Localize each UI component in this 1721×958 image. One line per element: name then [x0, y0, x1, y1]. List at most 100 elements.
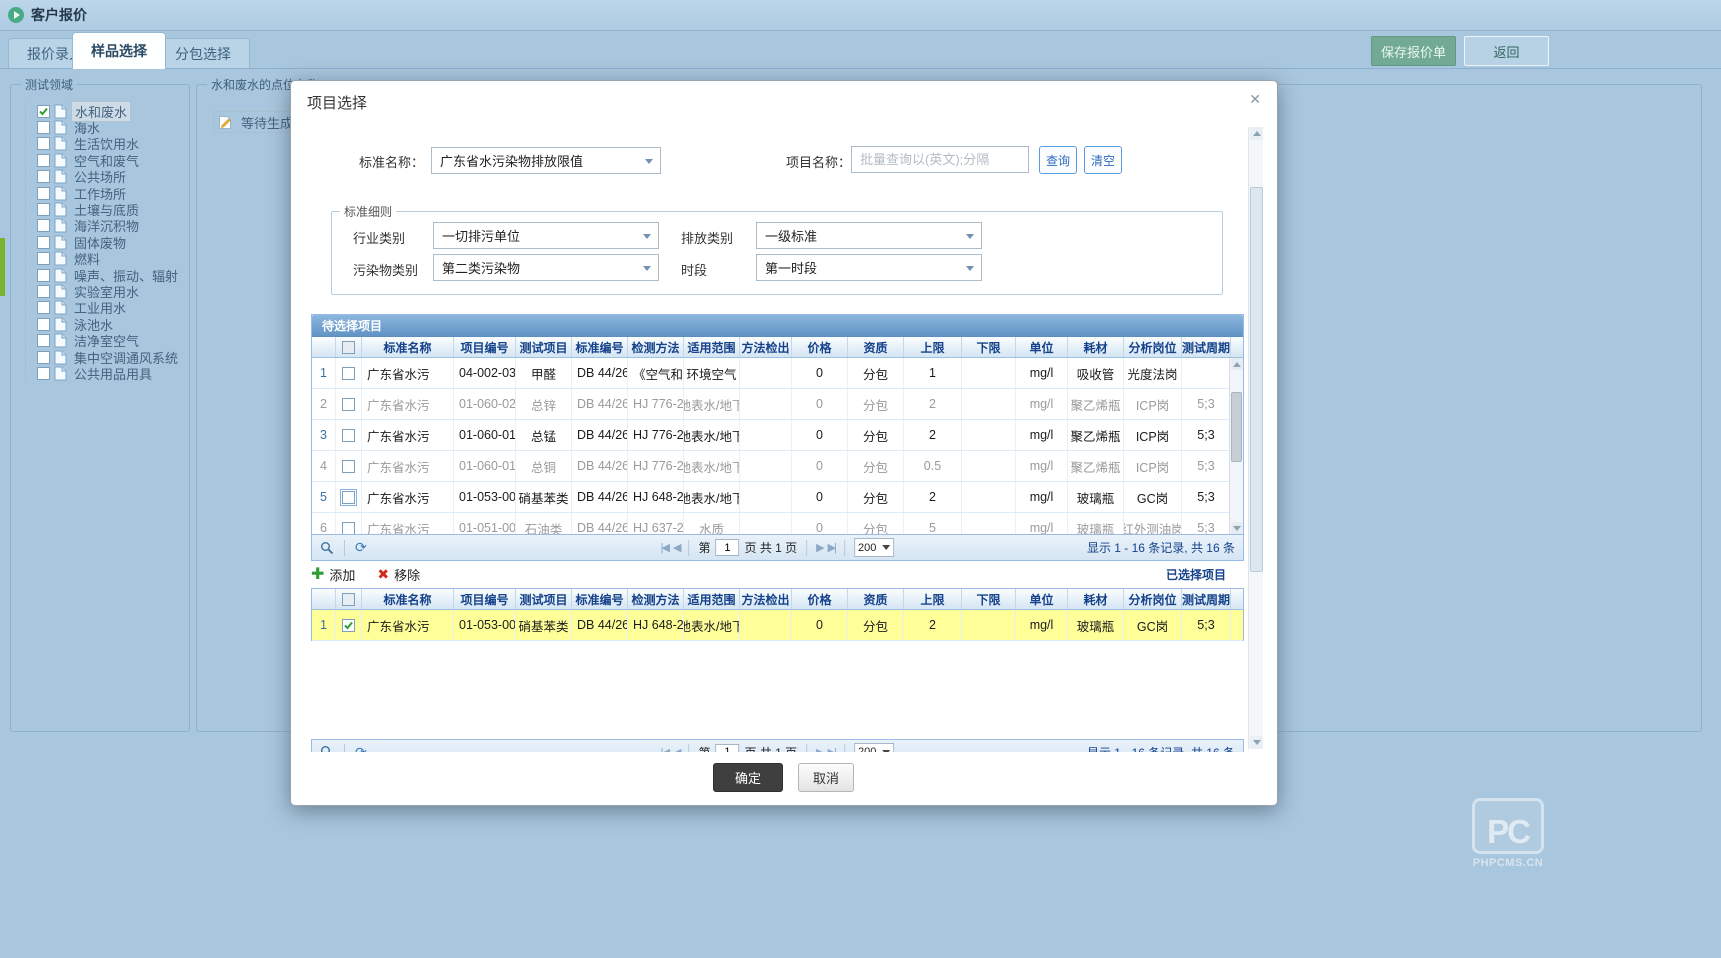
refresh-icon[interactable]: ⟳ [355, 744, 367, 753]
col-header[interactable]: 项目编号 [454, 337, 516, 357]
period-select[interactable]: 第一时段 [756, 254, 982, 281]
col-header[interactable]: 检测方法 [628, 337, 684, 357]
scroll-up-icon[interactable] [1250, 127, 1263, 140]
search-icon[interactable] [320, 541, 334, 555]
checkbox[interactable] [37, 236, 50, 249]
tree-item-土壤与底质[interactable]: 土壤与底质 [21, 201, 185, 217]
checkbox[interactable] [37, 219, 50, 232]
page-size-select[interactable]: 200 [854, 538, 894, 557]
prev-page-icon[interactable]: ◀ [673, 541, 679, 554]
grid-scrollbar[interactable] [1229, 358, 1243, 534]
col-header[interactable]: 标准编号 [572, 589, 628, 609]
standard-name-select[interactable]: 广东省水污染物排放限值 [431, 147, 661, 174]
ok-button[interactable]: 确定 [713, 763, 783, 792]
last-page-icon[interactable]: ▶| [828, 746, 835, 753]
project-name-input[interactable] [851, 146, 1029, 173]
checkbox[interactable] [37, 154, 50, 167]
checkbox[interactable] [37, 301, 50, 314]
col-header[interactable]: 耗材 [1068, 337, 1124, 357]
save-quote-button[interactable]: 保存报价单 [1371, 36, 1456, 66]
col-header[interactable]: 单位 [1016, 589, 1068, 609]
tree-item-集中空调通风系统[interactable]: 集中空调通风系统 [21, 349, 185, 365]
col-header[interactable]: 价格 [792, 337, 848, 357]
table-row[interactable]: 5广东省水污01-053-00硝基苯类DB 44/26-HJ 648-20地表水… [312, 482, 1243, 513]
checkbox[interactable] [37, 351, 50, 364]
col-header[interactable]: 下限 [962, 589, 1016, 609]
industry-type-select[interactable]: 一切排污单位 [433, 222, 659, 249]
col-header[interactable]: 测试项目 [516, 337, 572, 357]
search-button[interactable]: 查询 [1039, 146, 1077, 174]
dialog-scrollbar[interactable] [1248, 127, 1263, 749]
table-row[interactable]: 1广东省水污01-053-00硝基苯类DB 44/26-HJ 648-20地表水… [312, 610, 1243, 641]
checkbox[interactable] [37, 252, 50, 265]
col-header[interactable]: 适用范围 [684, 337, 740, 357]
col-header[interactable]: 项目编号 [454, 589, 516, 609]
row-checkbox[interactable] [342, 491, 355, 504]
col-header[interactable]: 分析岗位 [1124, 589, 1182, 609]
next-page-icon[interactable]: ▶ [816, 541, 822, 554]
add-button[interactable]: ✚ 添加 [311, 564, 355, 584]
tree-item-工业用水[interactable]: 工业用水 [21, 300, 185, 316]
tree-item-公共场所[interactable]: 公共场所 [21, 169, 185, 185]
table-row[interactable]: 3广东省水污01-060-01总锰DB 44/26-HJ 776-20地表水/地… [312, 420, 1243, 451]
table-row[interactable]: 1广东省水污04-002-03甲醛DB 44/26-《空气和废环境空气0分包1m… [312, 358, 1243, 389]
tree-item-洁净室空气[interactable]: 洁净室空气 [21, 332, 185, 348]
col-header[interactable]: 标准名称 [362, 337, 454, 357]
page-number-input[interactable] [715, 539, 739, 556]
grid-scrollbar-thumb[interactable] [1231, 392, 1242, 462]
col-header[interactable]: 测试项目 [516, 589, 572, 609]
tree-item-固体废物[interactable]: 固体废物 [21, 234, 185, 250]
page-number-input[interactable] [715, 744, 739, 753]
tree-item-水和废水[interactable]: 水和废水 [21, 103, 185, 119]
dialog-scrollbar-thumb[interactable] [1250, 187, 1263, 572]
checkbox[interactable] [37, 285, 50, 298]
close-icon[interactable]: ✕ [1249, 91, 1261, 108]
table-row[interactable]: 6广东省水污01-051-00石油类DB 44/26-HJ 637-20水质0分… [312, 513, 1243, 534]
col-header[interactable]: 价格 [792, 589, 848, 609]
tree-item-泳池水[interactable]: 泳池水 [21, 316, 185, 332]
scroll-down-icon[interactable] [1250, 736, 1263, 749]
tree-item-燃料[interactable]: 燃料 [21, 251, 185, 267]
tree-item-海洋沉积物[interactable]: 海洋沉积物 [21, 218, 185, 234]
col-header[interactable]: 测试周期 [1182, 589, 1231, 609]
tab-subcontract-select[interactable]: 分包选择 [156, 38, 250, 69]
back-button[interactable]: 返回 [1464, 36, 1549, 66]
first-page-icon[interactable]: |◀ [661, 746, 668, 753]
tree-item-噪声、振动、辐射[interactable]: 噪声、振动、辐射 [21, 267, 185, 283]
checkbox[interactable] [37, 170, 50, 183]
col-header[interactable]: 检测方法 [628, 589, 684, 609]
tree-item-海水[interactable]: 海水 [21, 119, 185, 135]
prev-page-icon[interactable]: ◀ [673, 746, 679, 753]
col-header[interactable]: 适用范围 [684, 589, 740, 609]
checkbox[interactable] [37, 269, 50, 282]
checkbox[interactable] [37, 203, 50, 216]
checkbox[interactable] [37, 187, 50, 200]
checkbox[interactable] [37, 367, 50, 380]
scroll-up-icon[interactable] [1231, 358, 1243, 370]
col-header[interactable]: 方法检出 [740, 589, 792, 609]
checkbox[interactable] [37, 105, 50, 118]
cancel-button[interactable]: 取消 [798, 763, 854, 792]
row-checkbox[interactable] [342, 460, 355, 473]
col-header[interactable]: 上限 [904, 337, 962, 357]
col-header[interactable]: 标准名称 [362, 589, 454, 609]
col-header[interactable]: 分析岗位 [1124, 337, 1182, 357]
select-all-checkbox[interactable] [336, 589, 362, 609]
col-header[interactable]: 单位 [1016, 337, 1068, 357]
col-header[interactable]: 上限 [904, 589, 962, 609]
discharge-type-select[interactable]: 一级标准 [756, 222, 982, 249]
tab-sample-select[interactable]: 样品选择 [72, 32, 166, 69]
col-header[interactable]: 测试周期 [1182, 337, 1231, 357]
col-header[interactable]: 标准编号 [572, 337, 628, 357]
first-page-icon[interactable]: |◀ [661, 541, 668, 554]
tree-item-生活饮用水[interactable]: 生活饮用水 [21, 136, 185, 152]
col-header[interactable]: 耗材 [1068, 589, 1124, 609]
tree-item-空气和废气[interactable]: 空气和废气 [21, 152, 185, 168]
col-header[interactable]: 资质 [848, 337, 904, 357]
clear-button[interactable]: 清空 [1084, 146, 1122, 174]
table-row[interactable]: 2广东省水污01-060-02总锌DB 44/26-HJ 776-20地表水/地… [312, 389, 1243, 420]
row-checkbox[interactable] [342, 522, 355, 535]
point-item-pending[interactable]: 等待生成 [213, 111, 302, 133]
next-page-icon[interactable]: ▶ [816, 746, 822, 753]
scroll-down-icon[interactable] [1231, 522, 1243, 534]
